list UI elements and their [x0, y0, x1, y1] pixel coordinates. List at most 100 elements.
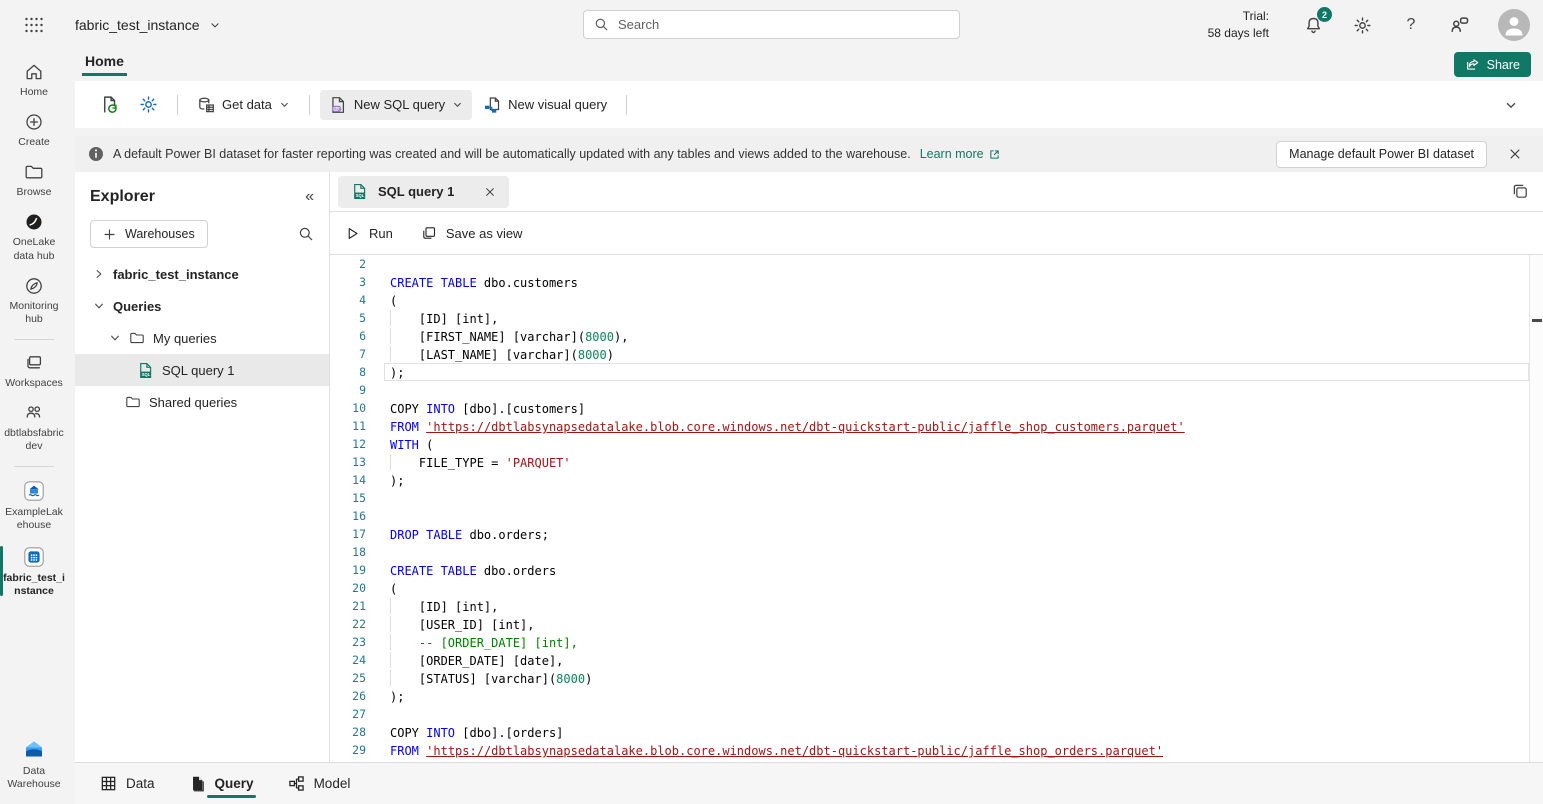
trial-remaining: 58 days left [1208, 25, 1269, 42]
search-input[interactable] [618, 17, 949, 32]
tree-item[interactable]: Queries [75, 290, 329, 322]
tree-item-label: fabric_test_instance [113, 267, 239, 282]
toolbar-settings-button[interactable] [130, 89, 167, 120]
rail-item-examplelakehouse[interactable]: ExampleLakehouse [2, 480, 66, 532]
gear-icon [1353, 16, 1372, 35]
code-token: FILE_TYPE = [390, 456, 506, 470]
workspace-switcher[interactable]: fabric_test_instance [75, 17, 221, 33]
home-icon [24, 62, 44, 82]
code-token: ) [607, 348, 614, 362]
editor-scrollbar[interactable] [1529, 255, 1543, 762]
bottom-tab-query[interactable]: Query [189, 763, 254, 804]
tree-item[interactable]: SQLSQL query 1 [75, 354, 329, 386]
rail-item-onelake-data-hub[interactable]: OneLake data hub [2, 212, 66, 262]
bottom-tab-data[interactable]: Data [100, 763, 155, 804]
tab-close-button[interactable] [484, 186, 496, 198]
tree-item[interactable]: fabric_test_instance [75, 258, 329, 290]
toolbar-divider [309, 95, 310, 115]
code-token: FROM [390, 744, 419, 758]
chevron-right-icon[interactable] [93, 268, 105, 280]
code-line-text: CREATE TABLE dbo.customers [384, 273, 1529, 291]
query-tab[interactable]: SQL SQL query 1 [338, 176, 509, 208]
svg-text:SQL: SQL [356, 193, 365, 198]
bottom-tab-model[interactable]: Model [288, 763, 351, 804]
indent-guide [390, 310, 391, 326]
code-line: 7 [LAST_NAME] [varchar](8000) [330, 345, 1529, 363]
global-search [583, 10, 960, 39]
rail-item-label: Data Warehouse [3, 765, 65, 791]
code-line-text: [STATUS] [varchar](8000) [384, 669, 1529, 687]
rail-item-fabric-test-instance[interactable]: fabric_test_instance [2, 546, 66, 598]
code-line: 18 [330, 543, 1529, 561]
code-token: dbo.orders [477, 564, 556, 578]
new-visual-query-button[interactable]: New visual query [474, 90, 616, 120]
toolbar-expand-button[interactable] [1495, 92, 1527, 118]
save-as-view-button[interactable]: Save as view [421, 225, 523, 241]
get-data-button[interactable]: Get data [188, 90, 299, 120]
rail-item-home[interactable]: Home [2, 62, 66, 99]
line-number: 26 [330, 687, 366, 705]
learn-more-link[interactable]: Learn more [920, 147, 1001, 161]
trial-status: Trial: 58 days left [1208, 8, 1269, 42]
settings-button[interactable] [1351, 14, 1373, 36]
run-button[interactable]: Run [345, 226, 393, 241]
folder-icon [129, 330, 145, 346]
rail-item-create[interactable]: Create [2, 112, 66, 149]
warehouses-button[interactable]: Warehouses [90, 220, 208, 248]
chevron-down-icon[interactable] [93, 300, 105, 312]
rail-item-dbtlabsfabricdev[interactable]: dbtlabsfabricdev [2, 403, 66, 453]
visual-query-icon [483, 96, 501, 114]
ribbon-toolbar: Get data SQL New SQL query [75, 81, 1543, 128]
workspace-name: fabric_test_instance [75, 17, 200, 33]
left-rail: Home Create Browse OneLake data hub Moni… [0, 50, 68, 804]
line-number: 7 [330, 345, 366, 363]
workspace-people-icon [24, 403, 44, 423]
rail-item-data-warehouse[interactable]: Data Warehouse [2, 737, 66, 791]
line-number: 3 [330, 273, 366, 291]
code-token: 8000 [578, 348, 607, 362]
code-line-text: COPY INTO [dbo].[orders] [384, 723, 1529, 741]
feedback-button[interactable] [1449, 14, 1471, 36]
tree-item[interactable]: My queries [75, 322, 329, 354]
share-button[interactable]: Share [1454, 52, 1531, 77]
code-line-text: [ID] [int], [384, 597, 1529, 615]
line-number: 21 [330, 597, 366, 615]
tree-item-label: Shared queries [149, 395, 237, 410]
code-editor[interactable]: 23CREATE TABLE dbo.customers4(5 [ID] [in… [330, 255, 1543, 762]
code-token: DROP TABLE [390, 528, 462, 542]
app-launcher-button[interactable] [0, 0, 68, 50]
code-line-text [384, 543, 1529, 561]
tree-item[interactable]: Shared queries [75, 386, 329, 418]
line-number: 6 [330, 327, 366, 345]
help-button[interactable]: ? [1400, 14, 1422, 36]
query-doc-icon [189, 775, 206, 792]
new-item-button[interactable] [91, 89, 128, 120]
copy-button[interactable] [1511, 182, 1529, 200]
line-number: 14 [330, 471, 366, 489]
line-number: 8 [330, 363, 366, 381]
manage-dataset-button[interactable]: Manage default Power BI dataset [1276, 141, 1487, 168]
banner-close-button[interactable] [1508, 147, 1522, 161]
new-sql-query-button[interactable]: SQL New SQL query [320, 90, 472, 120]
code-token: 8000 [556, 672, 585, 686]
explorer-search-button[interactable] [298, 226, 314, 242]
notifications-button[interactable]: 2 [1302, 14, 1324, 36]
tab-home[interactable]: Home [82, 53, 127, 76]
notification-badge: 2 [1317, 7, 1332, 22]
code-line-text [384, 507, 1529, 525]
play-icon [345, 226, 360, 241]
code-token: 'https://dbtlabsynapsedatalake.blob.core… [426, 420, 1185, 434]
help-icon: ? [1407, 16, 1416, 34]
account-avatar[interactable] [1498, 9, 1530, 41]
tree-item-label: SQL query 1 [162, 363, 235, 378]
rail-item-browse[interactable]: Browse [2, 162, 66, 199]
chevron-down-icon[interactable] [109, 332, 121, 344]
code-line: 17DROP TABLE dbo.orders; [330, 525, 1529, 543]
code-line: 26); [330, 687, 1529, 705]
collapse-explorer-button[interactable]: « [305, 188, 314, 206]
indent-guide [390, 346, 391, 362]
code-token: ( [390, 294, 397, 308]
line-number: 5 [330, 309, 366, 327]
rail-item-monitoring-hub[interactable]: Monitoring hub [2, 276, 66, 326]
rail-item-workspaces[interactable]: Workspaces [2, 353, 66, 390]
